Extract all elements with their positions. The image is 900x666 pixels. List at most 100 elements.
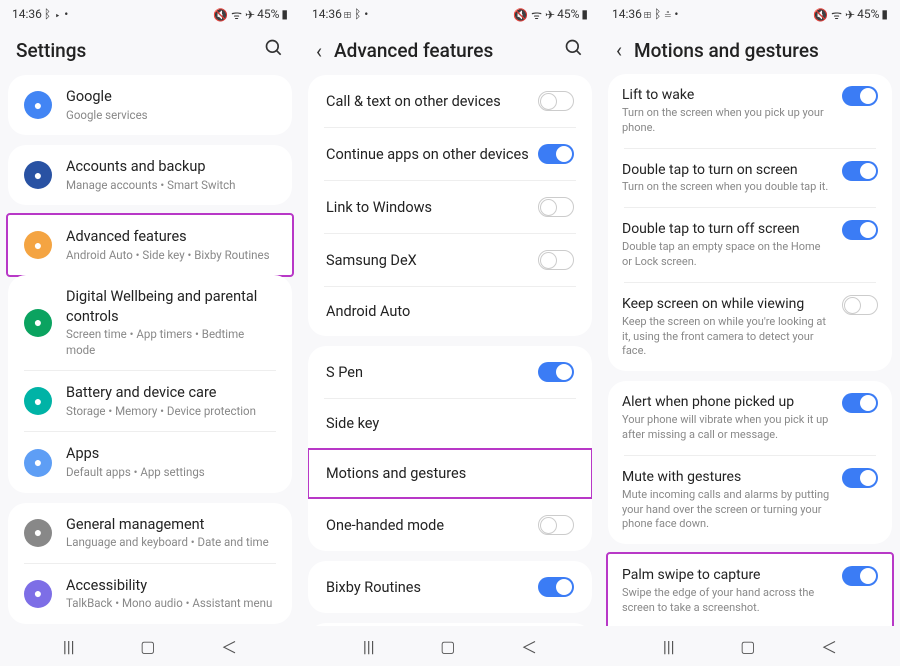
row-subtitle: Screen time • App timers • Bedtime mode <box>66 327 276 358</box>
search-icon[interactable] <box>564 38 584 63</box>
row-palm-swipe[interactable]: Palm swipe to capture Swipe the edge of … <box>608 554 892 626</box>
nav-back[interactable]: ＜ <box>221 634 237 658</box>
advanced-group: S Pen Side key Motions and gestures One-… <box>308 346 592 551</box>
toggle-switch[interactable] <box>538 577 574 597</box>
advanced-group: Bixby Routines <box>308 561 592 613</box>
row-title: Motions and gestures <box>326 465 466 482</box>
nav-home[interactable]: ▢ <box>440 637 455 656</box>
settings-row-google[interactable]: ● Google Google services <box>8 75 292 135</box>
settings-row-digital-wellbeing[interactable]: ● Digital Wellbeing and parental control… <box>8 275 292 370</box>
settings-group: ● Google Google services <box>8 75 292 135</box>
nav-recent[interactable]: ||| <box>63 637 75 656</box>
row-android-auto[interactable]: Android Auto <box>308 287 592 336</box>
settings-row-accounts-backup[interactable]: ● Accounts and backup Manage accounts • … <box>8 145 292 205</box>
settings-row-battery-care[interactable]: ● Battery and device care Storage • Memo… <box>8 371 292 431</box>
row-title: Accessibility <box>66 576 276 596</box>
nav-back[interactable]: ＜ <box>821 634 837 658</box>
row-title: Samsung DeX <box>326 252 417 269</box>
row-title: Continue apps on other devices <box>326 146 529 163</box>
row-title: Side key <box>326 415 379 432</box>
row-title: Battery and device care <box>66 383 276 403</box>
toggle-switch[interactable] <box>842 161 878 181</box>
row-side-key[interactable]: Side key <box>308 399 592 448</box>
row-lift-to-wake[interactable]: Lift to wake Turn on the screen when you… <box>608 74 892 148</box>
toggle-switch[interactable] <box>842 393 878 413</box>
row-title: Link to Windows <box>326 199 432 216</box>
toggle-switch[interactable] <box>538 362 574 382</box>
settings-row-accessibility[interactable]: ● Accessibility TalkBack • Mono audio • … <box>8 564 292 624</box>
row-motions-gestures[interactable]: Motions and gestures <box>308 449 592 498</box>
screen-advanced: 14:36 ⊞ ᛒ • 🔇 ᯤ ✈ 45%▮ ‹ Advanced featur… <box>300 0 600 666</box>
row-subtitle: Double tap an empty space on the Home or… <box>622 240 832 270</box>
toggle-switch[interactable] <box>842 566 878 586</box>
toggle-switch[interactable] <box>538 91 574 111</box>
toggle-switch[interactable] <box>842 86 878 106</box>
row-samsung-dex[interactable]: Samsung DeX <box>308 234 592 286</box>
settings-row-advanced-features[interactable]: ● Advanced features Android Auto • Side … <box>8 215 292 275</box>
advanced-group: Call & text on other devices Continue ap… <box>308 75 592 336</box>
row-title: Digital Wellbeing and parental controls <box>66 287 276 326</box>
toggle-switch[interactable] <box>842 468 878 488</box>
row-link-windows[interactable]: Link to Windows <box>308 181 592 233</box>
toggle-switch[interactable] <box>538 250 574 270</box>
settings-group: ● Accounts and backup Manage accounts • … <box>8 145 292 205</box>
google-icon: ● <box>24 91 52 119</box>
row-bixby-routines[interactable]: Bixby Routines <box>308 561 592 613</box>
row-title: Advanced features <box>66 227 276 247</box>
settings-row-apps[interactable]: ● Apps Default apps • App settings <box>8 432 292 492</box>
toggle-switch[interactable] <box>538 515 574 535</box>
digital-wellbeing-icon: ● <box>24 309 52 337</box>
toggle-switch[interactable] <box>538 197 574 217</box>
status-icons-left: ⊞ ᛒ • <box>344 7 368 21</box>
general-management-icon: ● <box>24 519 52 547</box>
settings-group: ● General management Language and keyboa… <box>8 503 292 624</box>
row-double-tap-on[interactable]: Double tap to turn on screen Turn on the… <box>608 149 892 208</box>
motions-group: Lift to wake Turn on the screen when you… <box>608 74 892 371</box>
search-icon[interactable] <box>264 38 284 63</box>
advanced-list[interactable]: Call & text on other devices Continue ap… <box>300 75 600 626</box>
row-continue-apps[interactable]: Continue apps on other devices <box>308 128 592 180</box>
row-subtitle: Turn on the screen when you pick up your… <box>622 106 832 136</box>
battery-pct: 45% <box>257 7 279 21</box>
row-title: Double tap to turn on screen <box>622 161 832 180</box>
toggle-switch[interactable] <box>842 295 878 315</box>
battery-pct: 45% <box>857 7 879 21</box>
clock: 14:36 <box>312 7 342 21</box>
battery-icon: ▮ <box>281 7 288 21</box>
toggle-switch[interactable] <box>842 220 878 240</box>
row-title: Accounts and backup <box>66 157 276 177</box>
back-button[interactable]: ‹ <box>316 39 322 63</box>
header: ‹ Advanced features <box>300 28 600 75</box>
screen-motions: 14:36 ⊞ ᛒ ≗ • 🔇 ᯤ ✈ 45%▮ ‹ Motions and g… <box>600 0 900 666</box>
row-double-tap-off[interactable]: Double tap to turn off screen Double tap… <box>608 208 892 282</box>
status-icons-left: ᛒ ▸ • <box>44 7 68 21</box>
nav-recent[interactable]: ||| <box>363 637 375 656</box>
nav-back[interactable]: ＜ <box>521 634 537 658</box>
row-title: Google <box>66 87 276 107</box>
row-alert-picked-up[interactable]: Alert when phone picked up Your phone wi… <box>608 381 892 455</box>
row-s-pen[interactable]: S Pen <box>308 346 592 398</box>
row-title: Alert when phone picked up <box>622 393 832 412</box>
settings-row-general-management[interactable]: ● General management Language and keyboa… <box>8 503 292 563</box>
motions-list[interactable]: Lift to wake Turn on the screen when you… <box>600 74 900 626</box>
row-mute-gestures[interactable]: Mute with gestures Mute incoming calls a… <box>608 456 892 544</box>
battery-pct: 45% <box>557 7 579 21</box>
back-button[interactable]: ‹ <box>616 38 622 62</box>
accounts-backup-icon: ● <box>24 161 52 189</box>
row-title: Bixby Routines <box>326 579 421 596</box>
settings-list[interactable]: ● Google Google services ● Accounts and … <box>0 75 300 626</box>
row-subtitle: Language and keyboard • Date and time <box>66 535 276 551</box>
nav-bar: ||| ▢ ＜ <box>300 626 600 666</box>
row-subtitle: Keep the screen on while you're looking … <box>622 315 832 360</box>
nav-recent[interactable]: ||| <box>663 637 675 656</box>
row-call-text-other[interactable]: Call & text on other devices <box>308 75 592 127</box>
nav-home[interactable]: ▢ <box>740 637 755 656</box>
toggle-switch[interactable] <box>538 144 574 164</box>
clock: 14:36 <box>12 7 42 21</box>
row-subtitle: Swipe the edge of your hand across the s… <box>622 586 832 616</box>
nav-home[interactable]: ▢ <box>140 637 155 656</box>
status-icons-right: 🔇 ᯤ ✈ <box>813 6 855 23</box>
settings-group: ● Advanced features Android Auto • Side … <box>6 213 294 277</box>
row-keep-screen-on[interactable]: Keep screen on while viewing Keep the sc… <box>608 283 892 371</box>
row-one-handed[interactable]: One-handed mode <box>308 499 592 551</box>
